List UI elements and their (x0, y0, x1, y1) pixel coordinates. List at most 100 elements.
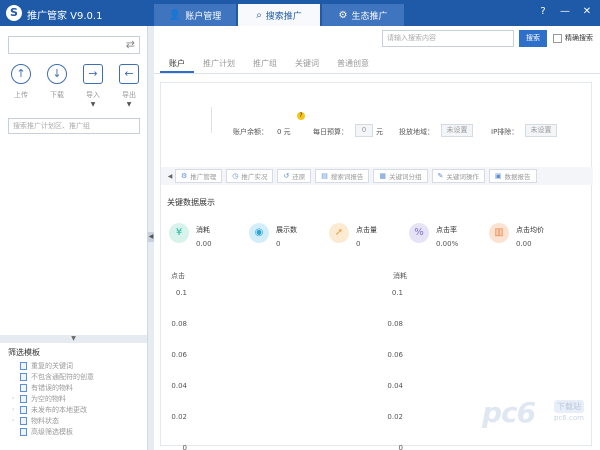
import-button[interactable]: → 导入 ▼ (78, 64, 108, 108)
download-button[interactable]: ↓ 下载 (42, 64, 72, 108)
metric-value: 0 (276, 240, 281, 248)
y-tick-label: 0.06 (171, 351, 187, 359)
tool-label: 上传 (14, 91, 28, 99)
action-toolbar: ◀ ⚙ 推广管理 ◷ 推广实况 ↺ 还原 ▤ 搜索词报告 ▦ 关键词分组 ✎ 关键词操作 ▣… (161, 167, 593, 185)
minimize-button[interactable]: — (556, 4, 574, 20)
filter-item[interactable]: › 为空的物料 (12, 393, 94, 404)
metric-value: 0.00 (516, 240, 532, 248)
watermark-badge: 下载站 (554, 400, 584, 413)
y-tick-label: 0.08 (171, 320, 187, 328)
metric-impressions: ◉ 展示数 0 (249, 223, 297, 248)
watermark-brand: pc6 (482, 396, 536, 429)
filter-list: 重复的关键词 不包含通配符的创意 有错误的物料 › 为空的物料 › 未发布的本地更改… (12, 360, 94, 437)
budget-value[interactable]: 0 (355, 124, 373, 137)
y-tick-label: 0.06 (387, 351, 403, 359)
caret-down-icon[interactable]: ▼ (114, 101, 144, 108)
keyword-operation-button[interactable]: ✎ 关键词操作 (431, 169, 485, 183)
filter-item[interactable]: 高级筛选模板 (12, 426, 94, 437)
search-input[interactable]: 请输入搜索内容 (382, 30, 514, 47)
export-icon: ← (119, 64, 139, 84)
tab-account-management[interactable]: 👤 账户管理 (154, 4, 236, 26)
cost-chart-title: 消耗 (393, 272, 407, 280)
y-tick-label: 0.02 (387, 413, 403, 421)
search-term-report-button[interactable]: ▤ 搜索词报告 (315, 169, 370, 183)
subtab-creatives[interactable]: 普通创意 (328, 54, 378, 73)
filter-title: 筛选模板 (8, 348, 40, 357)
help-icon[interactable]: ? (297, 112, 305, 120)
expand-icon[interactable]: › (12, 395, 20, 402)
close-button[interactable]: ✕ (578, 4, 596, 20)
restore-button[interactable]: ↺ 还原 (277, 169, 312, 183)
metric-label: 点击均价 (516, 226, 544, 234)
filter-item[interactable]: 重复的关键词 (12, 360, 94, 371)
network-icon: ⚙ (338, 9, 348, 21)
undo-icon: ↺ (283, 172, 290, 180)
data-report-button[interactable]: ▣ 数据报告 (488, 169, 537, 183)
caret-down-icon[interactable]: ▼ (78, 101, 108, 108)
document-icon (20, 372, 27, 381)
metric-value: 0.00% (436, 240, 459, 248)
main-content: 请输入搜索内容 搜索 精确搜索 账户 推广计划 推广组 关键词 普通创意 ? 账… (154, 26, 600, 450)
report-icon: ▤ (321, 172, 328, 180)
promotion-manage-button[interactable]: ⚙ 推广管理 (175, 169, 223, 183)
ip-label: IP排除： (491, 128, 519, 136)
title-bar: S 推广管家 V9.0.1 👤 账户管理 ⌕ 搜索推广 ⚙ 生态推广 ? — ✕ (0, 0, 600, 26)
scroll-left-icon[interactable]: ◀ (165, 173, 175, 180)
window-controls: ? — ✕ (534, 4, 596, 20)
chart-icon: ▥ (489, 223, 509, 243)
tab-eco-promotion[interactable]: ⚙ 生态推广 (322, 4, 404, 26)
cursor-icon: ➚ (329, 223, 349, 243)
document-icon (20, 416, 27, 425)
y-tick-label: 0.04 (387, 382, 403, 390)
document-icon (20, 394, 27, 403)
exact-search-label: 精确搜索 (565, 34, 593, 42)
promotion-live-button[interactable]: ◷ 推广实况 (226, 169, 274, 183)
document-icon (20, 405, 27, 414)
balance-label: 账户余额： (233, 128, 268, 136)
swap-icon[interactable]: ⇄ (126, 38, 135, 51)
search-button[interactable]: 搜索 (519, 30, 547, 47)
expand-icon[interactable]: › (12, 417, 20, 424)
plan-search-input[interactable]: 搜索推广计划区、推广组 (8, 118, 140, 134)
export-button[interactable]: ← 导出 ▼ (114, 64, 144, 108)
expand-icon[interactable]: › (12, 406, 20, 413)
filter-item[interactable]: › 物料状态 (12, 415, 94, 426)
account-select[interactable]: ⇄ (8, 36, 140, 54)
filter-item[interactable]: › 未发布的本地更改 (12, 404, 94, 415)
collapse-bar[interactable]: ▼ (0, 335, 147, 343)
tab-search-promotion[interactable]: ⌕ 搜索推广 (238, 4, 320, 26)
tab-label: 账户管理 (185, 11, 222, 22)
exact-search-checkbox[interactable] (553, 33, 562, 43)
percent-icon: % (409, 223, 429, 243)
subtab-groups[interactable]: 推广组 (244, 54, 286, 73)
import-icon: → (83, 64, 103, 84)
subtab-plans[interactable]: 推广计划 (194, 54, 244, 73)
ip-value[interactable]: 未设置 (525, 124, 557, 137)
eye-icon: ◉ (249, 223, 269, 243)
exact-search-option[interactable]: 精确搜索 (553, 33, 593, 43)
metric-label: 展示数 (276, 226, 297, 234)
download-icon: ↓ (47, 64, 67, 84)
main-tabs: 👤 账户管理 ⌕ 搜索推广 ⚙ 生态推广 (154, 4, 406, 26)
clicks-chart-title: 点击 (171, 272, 185, 280)
upload-button[interactable]: ↑ 上传 (6, 64, 36, 108)
tab-label: 搜索推广 (265, 11, 302, 22)
subtab-keywords[interactable]: 关键词 (286, 54, 328, 73)
metric-value: 0.00 (196, 240, 212, 248)
help-button[interactable]: ? (534, 4, 552, 20)
document-icon (20, 427, 27, 436)
keyword-group-button[interactable]: ▦ 关键词分组 (373, 169, 428, 183)
app-logo-icon: S (6, 5, 22, 21)
budget-unit: 元 (376, 128, 383, 136)
subtab-account[interactable]: 账户 (160, 54, 194, 73)
region-value[interactable]: 未设置 (441, 124, 473, 137)
filter-item[interactable]: 不包含通配符的创意 (12, 371, 94, 382)
account-info: ? 账户余额： 0 元 每日预算： 0 元 投放地域： 未设置 IP排除： 未设… (161, 97, 593, 137)
metric-label: 点击率 (436, 226, 457, 234)
chevron-down-icon: ▼ (71, 335, 76, 342)
filter-item[interactable]: 有错误的物料 (12, 382, 94, 393)
metric-label: 消耗 (196, 226, 210, 234)
clock-icon: ◷ (232, 172, 239, 180)
tool-label: 导出 (122, 91, 136, 99)
metric-cost: ¥ 消耗 0.00 (169, 223, 212, 248)
